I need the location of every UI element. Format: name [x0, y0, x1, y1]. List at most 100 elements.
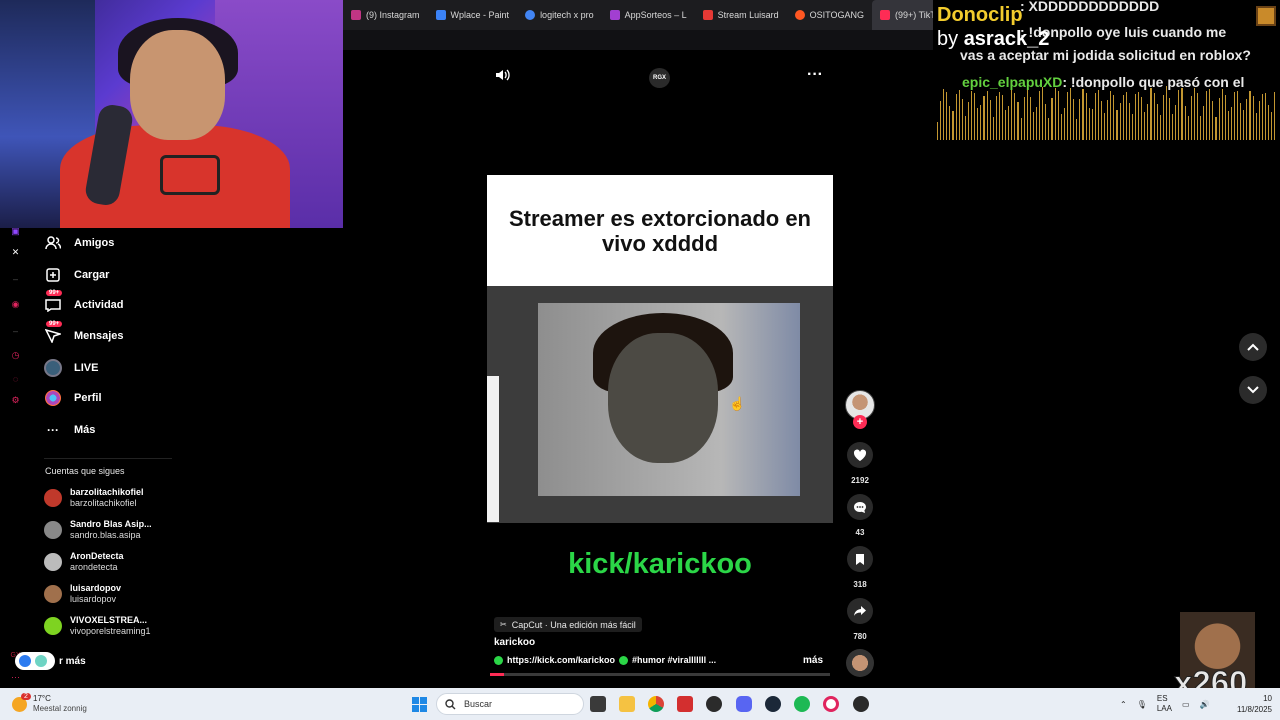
waveform-bar — [1131, 113, 1133, 140]
waveform-bar — [995, 95, 997, 140]
waveform-bar — [992, 116, 994, 140]
waveform-bar — [1178, 89, 1180, 140]
following-account[interactable]: Sandro Blas Asip... sandro.blas.asipa — [44, 519, 152, 541]
wplace-icon — [435, 10, 446, 20]
video-author[interactable]: karickoo — [494, 637, 535, 648]
webcam-feed — [0, 0, 343, 228]
chrome-icon[interactable] — [648, 696, 664, 712]
settings-icon[interactable]: ⚙ — [9, 394, 22, 407]
steam-icon[interactable] — [765, 696, 781, 712]
sidebar-item-mensajes[interactable]: 99+ Mensajes — [44, 321, 124, 348]
taskbar-search[interactable]: Buscar — [436, 693, 584, 715]
video-player[interactable]: Streamer es extorcionado en vivo xdddd — [487, 175, 833, 523]
app-red-icon[interactable] — [677, 696, 693, 712]
sidebar-item-mas[interactable]: ··· Más — [44, 418, 95, 442]
waveform-bar — [1135, 94, 1137, 140]
waveform-bar — [1190, 96, 1192, 140]
tab-appsorteos[interactable]: AppSorteos – L — [602, 0, 695, 30]
google-icon — [525, 10, 536, 20]
twitch-icon[interactable]: ▣ — [9, 225, 22, 238]
opera-gx-icon[interactable] — [823, 696, 839, 712]
sidebar-item-actividad[interactable]: 99+ Actividad — [44, 290, 124, 317]
discord-icon[interactable] — [736, 696, 752, 712]
capcut-label[interactable]: ✂ CapCut · Una edición más fácil — [494, 617, 642, 632]
waveform-bar — [1237, 90, 1239, 140]
waveform-bar — [1203, 105, 1205, 140]
video-description: https://kick.com/karickoo #humor #virall… — [494, 655, 716, 665]
tab-google-search[interactable]: logitech x pro — [517, 0, 602, 30]
share-button[interactable] — [847, 598, 873, 624]
spotify-icon[interactable] — [794, 696, 810, 712]
tab-instagram[interactable]: (9) Instagram — [343, 0, 428, 30]
next-video-button[interactable] — [1239, 376, 1267, 404]
following-account[interactable]: barzolitachikofiel barzolitachikofiel — [44, 487, 144, 509]
tab-tiktok[interactable]: (99+) TikTok - — [872, 0, 933, 30]
tab-stream[interactable]: Stream Luisard — [695, 0, 787, 30]
comment-count: 43 — [855, 528, 865, 537]
start-button[interactable] — [412, 697, 427, 712]
volume-icon[interactable] — [495, 68, 510, 85]
video-progress-bar[interactable] — [490, 673, 830, 676]
like-button[interactable] — [847, 442, 873, 468]
waveform-bar — [1249, 90, 1251, 140]
file-explorer-icon[interactable] — [619, 696, 635, 712]
toggle-switch[interactable] — [15, 652, 55, 670]
tab-wplace[interactable]: Wplace - Paint — [428, 0, 518, 30]
hashtags[interactable]: #humor #viralllllll ... — [632, 655, 716, 665]
stream-icon — [702, 10, 713, 20]
waveform-bar — [1076, 119, 1078, 140]
weather-widget[interactable]: 2 17°C Meestal zonnig — [12, 692, 87, 714]
save-button[interactable] — [847, 546, 873, 572]
previous-video-button[interactable] — [1239, 333, 1267, 361]
play-icon[interactable]: ◉ — [9, 298, 22, 311]
waveform-bar — [1209, 89, 1211, 140]
more-link[interactable]: más — [803, 655, 823, 666]
clock[interactable]: 10 11/8/2025 — [1228, 693, 1272, 715]
waveform-bar — [1116, 110, 1118, 140]
sidebar-item-amigos[interactable]: Amigos — [44, 231, 114, 255]
chat-message: epic_elpapuXD: !donpollo que pasó con el — [962, 74, 1245, 90]
more-dots-icon[interactable]: ··· — [9, 670, 22, 683]
tab-ositogang[interactable]: OSITOGANG — [787, 0, 872, 30]
waveform-bar — [1039, 90, 1041, 140]
chat-bubble-icon[interactable]: ◌ — [9, 372, 22, 385]
activity-icon: 99+ — [44, 290, 63, 314]
waveform-bar — [949, 105, 951, 140]
microphone-icon[interactable]: 🎙 — [1137, 700, 1147, 709]
following-account[interactable]: VIVOXELSTREA... vivoporelstreaming1 — [44, 615, 151, 637]
x-icon[interactable]: ✕ — [9, 246, 22, 259]
comment-button[interactable] — [847, 494, 873, 520]
clock-icon[interactable]: ◷ — [9, 349, 22, 362]
profile-icon — [44, 389, 62, 407]
waveform-bar — [1147, 103, 1149, 140]
sidebar-item-live[interactable]: LIVE — [44, 356, 98, 380]
sidebar-item-perfil[interactable]: Perfil — [44, 386, 102, 410]
waveform-bar — [1048, 118, 1050, 140]
waveform-bar — [1036, 107, 1038, 140]
more-options-icon[interactable]: ··· — [807, 66, 823, 84]
waveform-bar — [1215, 116, 1217, 140]
friends-icon — [44, 234, 62, 252]
see-more-link[interactable]: r más — [15, 652, 86, 670]
description-link[interactable]: https://kick.com/karickoo — [507, 655, 615, 665]
obs-icon[interactable] — [853, 696, 869, 712]
waveform-bar — [1184, 106, 1186, 140]
following-account[interactable]: AronDetecta arondetecta — [44, 551, 124, 573]
divider — [44, 458, 172, 459]
following-account[interactable]: luisardopov luisardopov — [44, 583, 121, 605]
waveform-bar — [1042, 86, 1044, 140]
network-icon[interactable]: ▭ — [1182, 700, 1190, 709]
waveform-bar — [1023, 97, 1025, 140]
sidebar-item-cargar[interactable]: Cargar — [44, 263, 109, 287]
follow-button[interactable]: + — [853, 415, 867, 429]
weather-condition: Meestal zonnig — [33, 704, 87, 713]
waveform-bar — [1085, 92, 1087, 140]
task-view-icon[interactable] — [590, 696, 606, 712]
waveform-bar — [1029, 96, 1031, 140]
speaker-icon[interactable]: 🔊 — [1200, 700, 1210, 709]
appsorteos-icon — [609, 10, 620, 20]
music-disc[interactable] — [846, 649, 874, 677]
chevron-up-icon[interactable]: ⌃ — [1120, 700, 1127, 709]
language-indicator[interactable]: ES LAA — [1157, 694, 1172, 714]
xbox-icon[interactable] — [706, 696, 722, 712]
